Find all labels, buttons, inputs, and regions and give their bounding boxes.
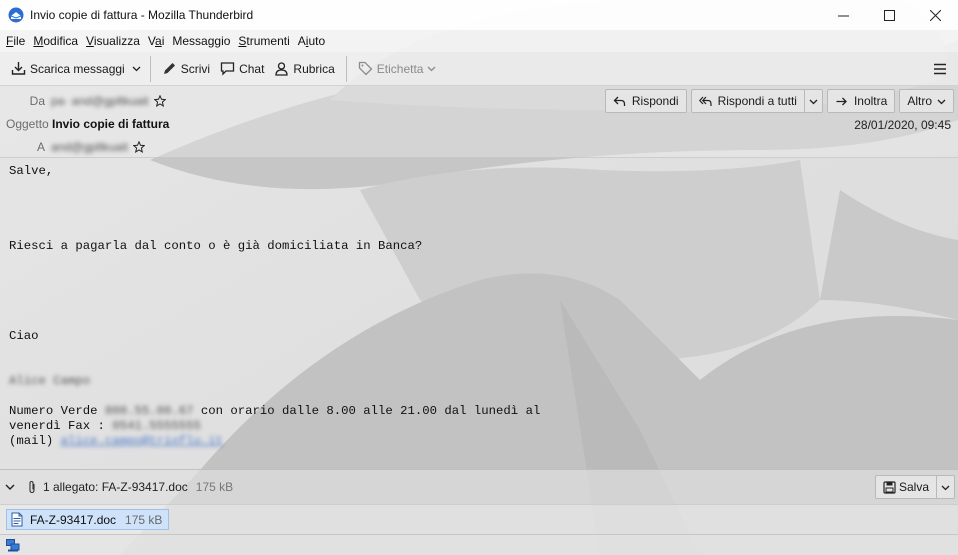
write-label: Scrivi (180, 61, 211, 76)
menu-strumenti[interactable]: Strumenti (234, 34, 293, 48)
paperclip-icon (29, 480, 35, 494)
subject-value: Invio copie di fattura (52, 117, 170, 131)
download-icon (11, 62, 26, 75)
title-bar: Invio copie di fattura - Mozilla Thunder… (0, 0, 958, 30)
tag-button[interactable]: Etichetta (353, 56, 442, 82)
chat-label: Chat (239, 61, 265, 76)
toolbar-separator (345, 55, 347, 82)
save-icon (883, 480, 896, 494)
to-label: A (36, 140, 45, 154)
from-address[interactable]: pa· and@gpltkuait (51, 94, 149, 108)
reply-all-button[interactable]: Rispondi a tutti (690, 89, 804, 113)
chevron-down-icon (937, 99, 946, 104)
signature-name: Alice Campo (9, 374, 91, 388)
reply-all-icon (698, 96, 712, 106)
address-book-label: Rubrica (293, 61, 335, 76)
body-greeting: Salve, (9, 164, 54, 178)
from-label: Da (29, 94, 45, 108)
get-messages-label: Scarica messaggi (30, 61, 125, 76)
menu-aiuto[interactable]: Aiuto (294, 34, 329, 48)
forward-label: Inoltra (853, 94, 888, 108)
reply-label: Rispondi (631, 94, 679, 108)
more-label: Altro (907, 94, 932, 108)
pencil-icon (163, 63, 175, 74)
status-bar (0, 534, 958, 555)
reply-all-group: Rispondi a tutti (690, 89, 823, 113)
attachment-size: 175 kB (125, 512, 163, 527)
reply-button[interactable]: Rispondi (604, 89, 687, 113)
attachment-bar: 1 allegato: FA-Z-93417.doc 175 kB Salva (0, 469, 958, 504)
close-button[interactable] (912, 0, 958, 30)
star-icon[interactable] (132, 141, 145, 153)
menu-modifica[interactable]: Modifica (29, 34, 82, 48)
signature-line-1: Numero Verde 800.55.00.67 con orario dal… (9, 404, 541, 418)
signature-fax: 0541.5555555 (112, 419, 201, 433)
maximize-button[interactable] (866, 0, 912, 30)
address-book-button[interactable]: Rubrica (269, 56, 339, 82)
network-status-icon[interactable] (6, 538, 20, 552)
get-messages-button[interactable]: Scarica messaggi (6, 56, 130, 82)
tag-icon (358, 61, 373, 76)
reply-icon (613, 96, 626, 106)
contacts-icon (275, 62, 289, 76)
minimize-button[interactable] (820, 0, 866, 30)
subject-row: Oggetto Invio copie di fattura (0, 117, 169, 131)
signature-phone: 800.55.00.67 (104, 404, 194, 418)
toolbar-separator (149, 55, 151, 82)
star-icon[interactable] (153, 95, 166, 107)
thunderbird-app-icon (8, 7, 24, 23)
chat-button[interactable]: Chat (215, 56, 269, 82)
write-button[interactable]: Scrivi (157, 56, 215, 82)
reply-all-label: Rispondi a tutti (717, 94, 797, 108)
save-label: Salva (898, 480, 929, 494)
minimize-icon (837, 15, 849, 16)
attachment-summary-size: 175 kB (195, 480, 234, 494)
signature-line-3: (mail) alice.campo@trioflu.it (9, 434, 224, 448)
subject-label: Oggetto (6, 117, 49, 131)
chevron-down-icon (132, 66, 141, 72)
signature-line-2: venerdì Fax : 0541.5555555 (9, 419, 201, 433)
attachment-list: FA-Z-93417.doc 175 kB (0, 504, 958, 534)
chevron-down-icon[interactable] (4, 481, 16, 493)
maximize-icon (883, 9, 895, 21)
forward-button[interactable]: Inoltra (826, 89, 896, 113)
to-row: A and@gpltkuait (0, 140, 145, 154)
save-button[interactable]: Salva (874, 475, 936, 499)
menu-messaggio[interactable]: Messaggio (168, 34, 234, 48)
chevron-down-icon (809, 99, 818, 104)
message-date: 28/01/2020, 09:45 (854, 118, 951, 132)
more-button[interactable]: Altro (899, 89, 954, 113)
body-question: Riesci a pagarla dal conto o è già domic… (9, 239, 423, 253)
document-file-icon (11, 512, 23, 527)
menu-file[interactable]: File (2, 34, 29, 48)
message-header: Da pa· and@gpltkuait Oggetto Invio copie… (0, 86, 958, 158)
chevron-down-icon (941, 485, 950, 490)
attachment-summary[interactable]: 1 allegato: FA-Z-93417.doc (43, 480, 188, 494)
chevron-down-icon (428, 66, 436, 72)
menu-visualizza[interactable]: Visualizza (82, 34, 144, 48)
save-dropdown[interactable] (936, 475, 955, 499)
message-body: Salve, Riesci a pagarla dal conto o è gi… (0, 158, 958, 469)
forward-arrow-icon (836, 97, 847, 105)
save-group: Salva (874, 475, 955, 499)
header-actions: Rispondi Rispondi a tutti Inoltra Altro (604, 89, 954, 113)
close-icon (929, 9, 941, 21)
to-address[interactable]: and@gpltkuait (51, 140, 128, 154)
reply-all-dropdown[interactable] (803, 89, 823, 113)
hamburger-menu-icon[interactable] (932, 61, 948, 77)
attachment-item[interactable]: FA-Z-93417.doc 175 kB (6, 509, 170, 530)
signature-mail-link[interactable]: alice.campo@trioflu.it (61, 434, 223, 448)
menu-bar: File Modifica Visualizza Vai Messaggio S… (0, 30, 958, 52)
from-row: Da pa· and@gpltkuait (0, 94, 166, 108)
tag-label: Etichetta (376, 61, 424, 76)
body-closing: Ciao (9, 329, 39, 343)
attachment-name: FA-Z-93417.doc (30, 512, 117, 527)
menu-vai[interactable]: Vai (144, 34, 168, 48)
get-messages-dropdown[interactable] (130, 56, 144, 82)
chat-icon (220, 62, 235, 76)
window-title: Invio copie di fattura - Mozilla Thunder… (30, 8, 254, 22)
main-toolbar: Scarica messaggi Scrivi Chat Rubrica Eti… (0, 52, 958, 86)
